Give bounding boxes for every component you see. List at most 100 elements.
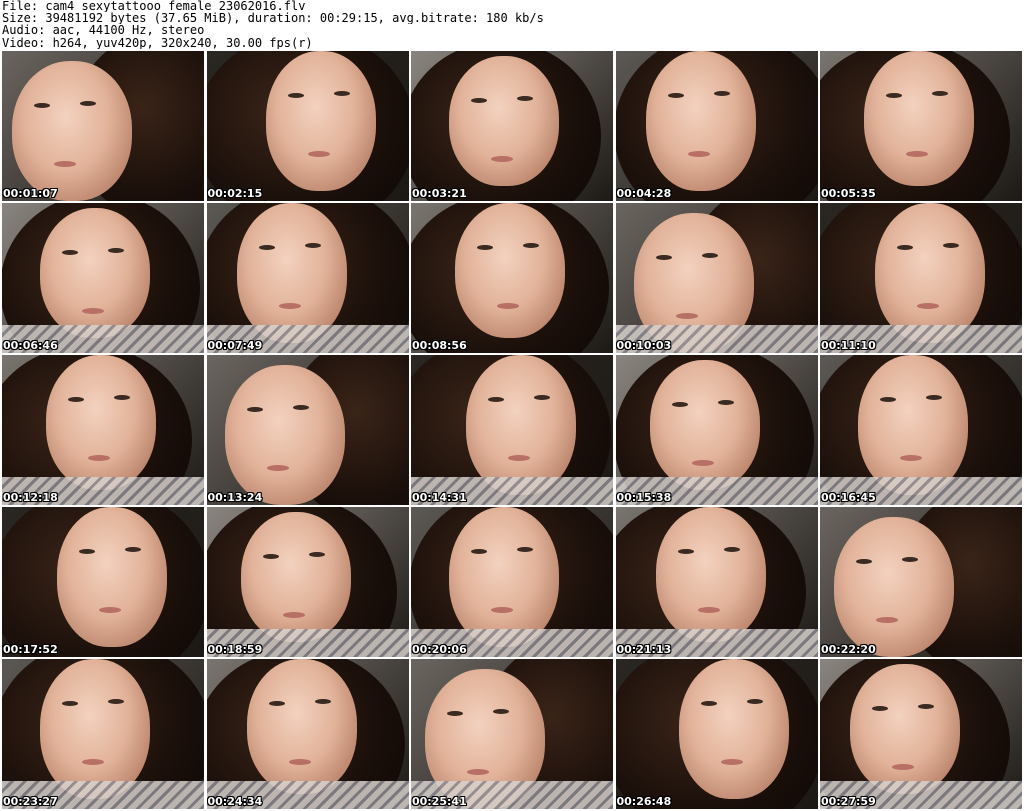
thumbnail: 00:15:38 (615, 355, 818, 505)
thumbnail: 00:10:03 (615, 203, 818, 353)
thumbnail: 00:14:31 (411, 355, 613, 505)
file-info-header: File: cam4_sexytattooo_female_23062016.f… (2, 0, 1020, 50)
thumbnail-eye (258, 245, 275, 250)
thumbnail: 00:25:41 (411, 659, 613, 809)
thumbnail: 00:21:13 (615, 507, 818, 657)
thumbnail-timestamp: 00:15:38 (616, 491, 672, 504)
thumbnail-eye (262, 554, 279, 559)
thumbnail-face (858, 355, 968, 495)
video-info-line: Video: h264, yuv420p, 320x240, 30.00 fps… (2, 36, 313, 49)
thumbnail-lips (906, 151, 928, 157)
thumbnail-timestamp: 00:03:21 (412, 187, 467, 200)
thumbnail-eye (926, 395, 942, 400)
thumbnail-eye (268, 701, 285, 706)
thumbnail-lips (99, 607, 121, 613)
thumbnail-face (236, 203, 347, 343)
thumbnail-timestamp: 00:05:35 (821, 187, 876, 200)
thumbnail-eye (471, 98, 487, 103)
thumbnail-timestamp: 00:24:34 (207, 795, 263, 808)
thumbnail-timestamp: 00:11:10 (821, 339, 876, 352)
thumbnail-eye (886, 93, 902, 98)
thumbnail-eye (68, 397, 84, 402)
thumbnail-timestamp: 00:17:52 (3, 643, 58, 656)
thumbnail-face (265, 51, 376, 191)
thumbnail-face (57, 507, 167, 647)
thumbnail-timestamp: 00:18:59 (207, 643, 263, 656)
thumbnail-eye (918, 704, 934, 709)
thumbnail: 00:20:06 (411, 507, 613, 657)
thumbnail-eye (304, 243, 321, 248)
thumbnail-eye (880, 397, 896, 402)
thumbnail-lips (508, 455, 530, 461)
thumbnail: 00:02:15 (206, 51, 409, 201)
thumbnail-lips (720, 759, 743, 765)
thumbnail-timestamp: 00:07:49 (207, 339, 263, 352)
thumbnail-timestamp: 00:13:24 (207, 491, 263, 504)
thumbnail-lips (278, 303, 301, 309)
thumbnail-eye (447, 711, 463, 716)
thumbnail-eye (677, 549, 694, 554)
audio-info-line: Audio: aac, 44100 Hz, stereo (2, 24, 205, 37)
thumbnail-lips (282, 612, 305, 618)
thumbnail-eye (713, 91, 730, 96)
thumbnail-eye (723, 547, 740, 552)
thumbnail-eye (477, 245, 493, 250)
thumbnail: 00:06:46 (2, 203, 204, 353)
thumbnail-lips (892, 764, 914, 770)
thumbnail-lips (697, 607, 720, 613)
thumbnail-face (645, 51, 756, 191)
thumbnail: 00:18:59 (206, 507, 409, 657)
thumbnail-lips (54, 161, 76, 167)
thumbnail: 00:24:34 (206, 659, 409, 809)
thumbnail-face (240, 512, 351, 642)
thumbnail-face (455, 203, 565, 338)
thumbnail-timestamp: 00:02:15 (207, 187, 263, 200)
thumbnail-face (864, 51, 974, 186)
thumbnail-eye (246, 407, 263, 412)
thumbnail-timestamp: 00:08:56 (412, 339, 467, 352)
thumbnail-face (40, 208, 150, 338)
thumbnail-eye (34, 103, 50, 108)
thumbnail-eye (517, 96, 533, 101)
thumbnail: 00:05:35 (820, 51, 1022, 201)
thumbnail-eye (333, 91, 350, 96)
thumbnail-lips (675, 313, 698, 319)
thumbnail-lips (900, 455, 922, 461)
thumbnail-eye (493, 709, 509, 714)
thumbnail-eye (80, 101, 96, 106)
thumbnail: 00:26:48 (615, 659, 818, 809)
thumbnail-face (40, 659, 150, 799)
thumbnail-eye (287, 93, 304, 98)
thumbnail-timestamp: 00:21:13 (616, 643, 672, 656)
thumbnail-timestamp: 00:20:06 (412, 643, 467, 656)
file-name-line: File: cam4_sexytattooo_female_23062016.f… (2, 0, 306, 13)
thumbnail: 00:01:07 (2, 51, 204, 201)
thumbnail-eye (108, 248, 124, 253)
thumbnail-timestamp: 00:26:48 (616, 795, 672, 808)
thumbnail-face (649, 360, 760, 490)
thumbnail-timestamp: 00:10:03 (616, 339, 672, 352)
thumbnail: 00:08:56 (411, 203, 613, 353)
thumbnail-grid: 00:01:07 00:02:15 00:03:21 00:04:28 00:05:35… (2, 51, 1022, 809)
thumbnail-timestamp: 00:14:31 (412, 491, 467, 504)
thumbnail-eye (655, 255, 672, 260)
thumbnail-timestamp: 00:25:41 (412, 795, 467, 808)
thumbnail: 00:22:20 (820, 507, 1022, 657)
thumbnail: 00:16:45 (820, 355, 1022, 505)
thumbnail-eye (746, 699, 763, 704)
thumbnail-lips (691, 460, 714, 466)
thumbnail-timestamp: 00:12:18 (3, 491, 58, 504)
thumbnail-eye (534, 395, 550, 400)
thumbnail-face (875, 203, 985, 343)
thumbnail-lips (82, 759, 104, 765)
thumbnail-eye (108, 699, 124, 704)
thumbnail-lips (307, 151, 330, 157)
thumbnail-face (246, 659, 357, 794)
thumbnail-eye (488, 397, 504, 402)
thumbnail-face (449, 56, 559, 186)
thumbnail-eye (308, 552, 325, 557)
thumbnail-eye (314, 699, 331, 704)
thumbnail-face (678, 659, 789, 799)
thumbnail-face (850, 664, 960, 794)
thumbnail-lips (82, 308, 104, 314)
